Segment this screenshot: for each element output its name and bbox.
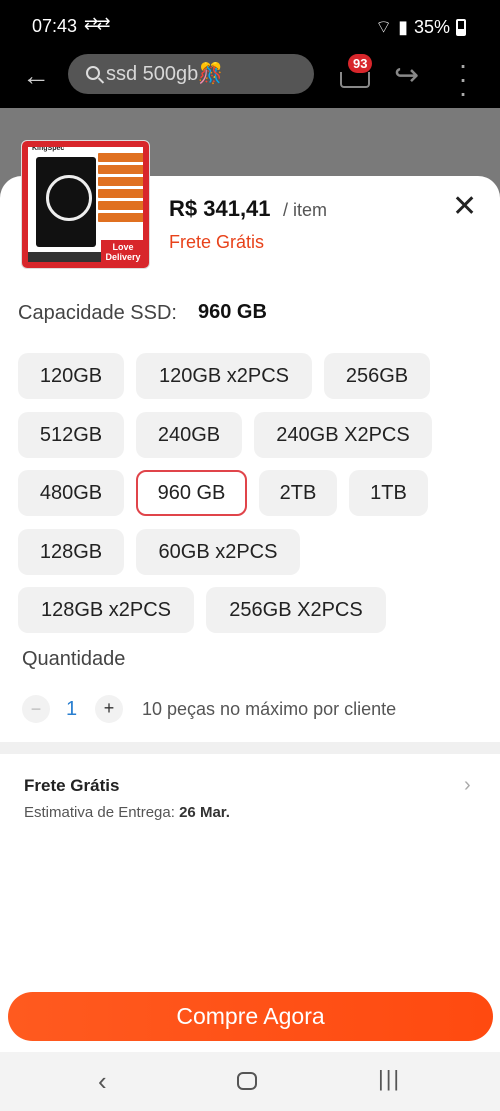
cart-icon — [340, 72, 370, 88]
status-bar: 07:43 ⇄⇄ ⌔ ▮ 35% — [0, 0, 500, 52]
quantity-decrease-button[interactable]: − — [22, 695, 50, 723]
search-bar[interactable]: ssd 500gb🎊 — [68, 54, 314, 94]
free-shipping-label: Frete Grátis — [169, 232, 265, 252]
status-icons: ⌔ ▮ 35% — [375, 16, 466, 39]
android-nav-bar: ‹ ||| — [0, 1052, 500, 1111]
capacity-selected: 960 GB — [198, 301, 267, 323]
capacity-label: Capacidade SSD: — [18, 302, 177, 324]
quantity-limit-note: 10 peças no máximo por cliente — [142, 699, 397, 719]
option-128gb[interactable]: 128GB — [18, 529, 124, 575]
quantity-label: Quantidade — [22, 648, 126, 670]
cart-badge: 93 — [348, 54, 373, 73]
estimate-label: Estimativa de Entrega: — [24, 804, 175, 821]
option-256gb[interactable]: 256GB — [324, 353, 430, 399]
wifi-icon: ⌔ — [375, 17, 393, 37]
shipping-title[interactable]: Frete Grátis — [24, 776, 119, 796]
option-256gb-x2[interactable]: 256GB X2PCS — [206, 587, 386, 633]
quantity-value[interactable]: 1 — [66, 698, 77, 721]
battery-icon — [456, 19, 466, 36]
estimate-date: 26 Mar. — [179, 804, 230, 821]
option-240gb[interactable]: 240GB — [136, 412, 242, 458]
close-icon[interactable]: ✕ — [452, 192, 477, 222]
chevron-right-icon[interactable]: › — [464, 774, 471, 797]
buy-now-button[interactable]: Compre Agora — [8, 992, 493, 1041]
price-unit: / item — [283, 200, 328, 220]
nav-home-icon[interactable] — [237, 1072, 257, 1090]
back-arrow-icon[interactable]: ← — [22, 60, 50, 92]
nav-back-icon[interactable]: ‹ — [98, 1066, 107, 1097]
section-divider — [0, 742, 500, 754]
clock: 07:43 — [32, 16, 78, 36]
option-60gb-x2[interactable]: 60GB x2PCS — [136, 529, 300, 575]
quantity-increase-button[interactable]: + — [95, 695, 123, 723]
top-bar: ← ssd 500gb🎊 93 ↪ · · · — [0, 51, 500, 108]
signal-icon: ▮ — [398, 17, 408, 37]
option-1tb[interactable]: 1TB — [349, 470, 428, 516]
share-icon[interactable]: ↪ — [394, 58, 419, 93]
delivery-estimate: Estimativa de Entrega: 26 Mar. — [24, 804, 230, 821]
option-120gb-x2[interactable]: 120GB x2PCS — [136, 353, 312, 399]
search-query: ssd 500gb🎊 — [106, 63, 224, 85]
option-240gb-x2[interactable]: 240GB X2PCS — [254, 412, 432, 458]
option-512gb[interactable]: 512GB — [18, 412, 124, 458]
option-480gb[interactable]: 480GB — [18, 470, 124, 516]
sync-icon: ⇄⇄ — [84, 14, 110, 33]
battery-label: 35% — [413, 17, 450, 37]
option-2tb[interactable]: 2TB — [259, 470, 337, 516]
product-price: R$ 341,41 — [169, 196, 271, 221]
option-960gb-selected[interactable]: 960 GB — [136, 470, 247, 516]
nav-recents-icon[interactable]: ||| — [378, 1066, 401, 1092]
more-options-icon[interactable]: · · · — [456, 51, 470, 107]
product-thumbnail[interactable]: KingSpec Love Delivery — [21, 140, 150, 269]
thumb-frame — [22, 141, 149, 268]
option-128gb-x2[interactable]: 128GB x2PCS — [18, 587, 194, 633]
search-icon — [86, 66, 100, 80]
option-120gb[interactable]: 120GB — [18, 353, 124, 399]
cart-button[interactable]: 93 — [340, 54, 374, 92]
